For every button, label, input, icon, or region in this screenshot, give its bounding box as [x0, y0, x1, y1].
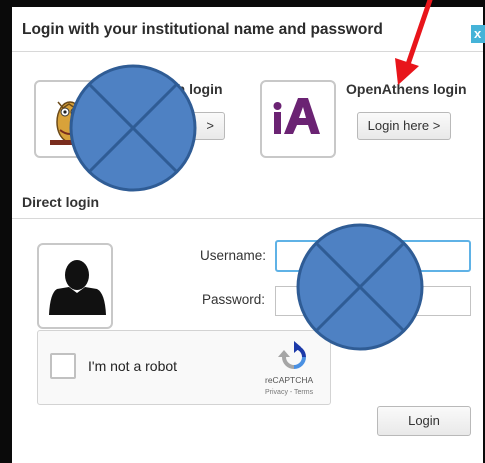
openathens-login-title: OpenAthens login: [346, 81, 467, 97]
recaptcha-widget: I'm not a robot reCAPTCHA Privacy - Term…: [37, 330, 331, 405]
user-silhouette-icon: [37, 243, 113, 329]
direct-login-heading: Direct login: [22, 194, 100, 210]
recaptcha-label: I'm not a robot: [88, 358, 178, 374]
username-label: Username:: [200, 248, 267, 263]
window-frame-left: [0, 0, 12, 463]
recaptcha-terms-link[interactable]: Privacy - Terms: [265, 389, 313, 396]
close-button[interactable]: x: [471, 25, 485, 43]
login-submit-button[interactable]: Login: [377, 406, 471, 436]
window-frame-top: [0, 0, 485, 7]
recaptcha-checkbox[interactable]: [50, 353, 76, 379]
redaction-circle-2: [296, 223, 424, 351]
section-divider: [12, 218, 483, 219]
password-label: Password:: [202, 292, 266, 307]
dialog-header: Login with your institutional name and p…: [12, 7, 485, 52]
openathens-logo-icon: [260, 80, 336, 158]
openathens-login-button[interactable]: Login here >: [357, 112, 451, 140]
dialog-title: Login with your institutional name and p…: [22, 21, 383, 38]
recaptcha-brand: reCAPTCHA: [265, 375, 314, 385]
redaction-circle-1: [69, 64, 197, 192]
